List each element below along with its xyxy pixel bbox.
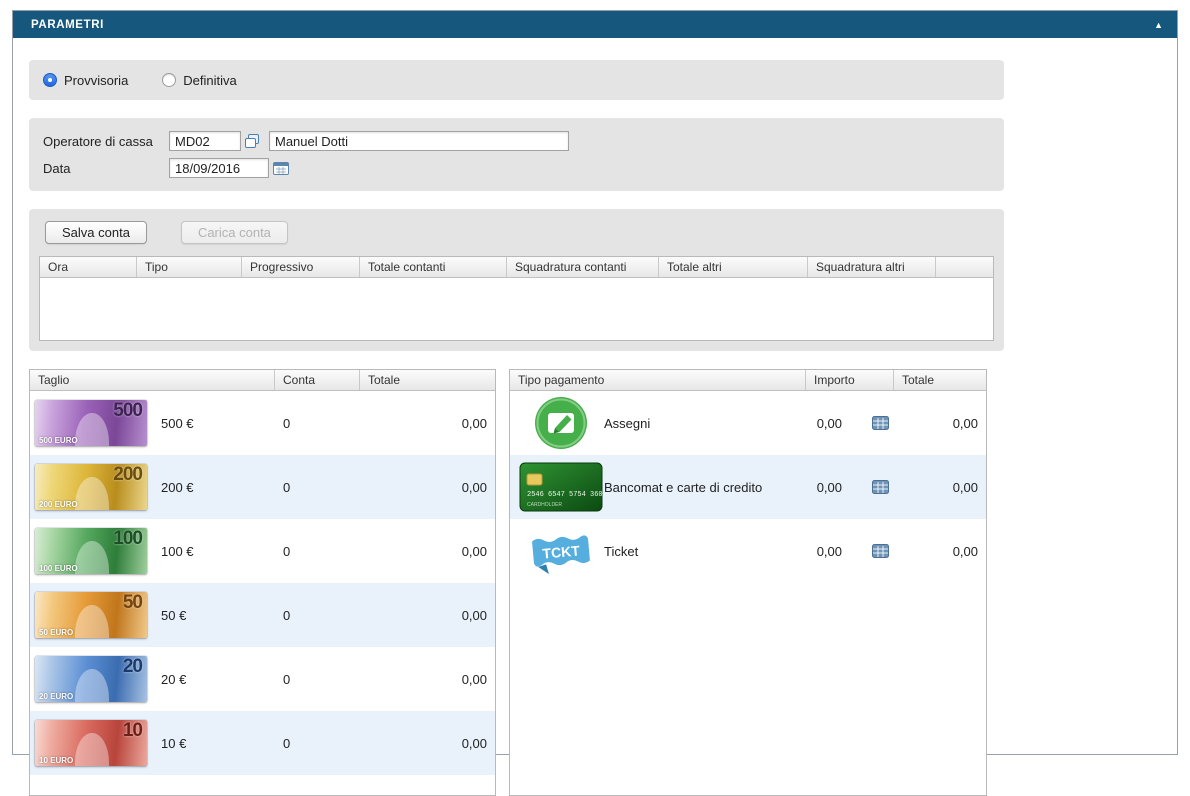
denomination-label: 50 € [161, 607, 187, 623]
history-col-totale-altri: Totale altri [659, 257, 808, 277]
count-actions-section: Salva conta Carica conta Ora Tipo Progre… [29, 209, 1004, 351]
history-col-progressivo: Progressivo [242, 257, 360, 277]
cash-col-totale: Totale [368, 373, 401, 387]
denomination-label: 200 € [161, 479, 194, 495]
cash-row-10: 10 10 EURO 10 € 0 0,00 [30, 711, 495, 775]
panel-title: PARAMETRI [31, 18, 104, 31]
banknote-100-image: 100 100 EURO [35, 528, 147, 574]
credit-card-icon: 2546 6547 5754 3600 CARDHOLDER [518, 462, 604, 512]
calculator-icon[interactable] [872, 480, 889, 494]
calendar-icon[interactable] [272, 160, 290, 176]
svg-text:2546 6547 5754 3600: 2546 6547 5754 3600 [527, 491, 603, 499]
operator-form: Operatore di cassa Data [29, 118, 1004, 191]
salva-conta-button[interactable]: Salva conta [45, 221, 147, 244]
parametri-panel: PARAMETRI ▲ Provvisoria Definitiva Opera… [12, 10, 1178, 796]
cash-col-conta: Conta [275, 370, 360, 390]
payment-label: Assegni [604, 415, 651, 431]
total-cell: 0,00 [461, 479, 487, 495]
count-cell[interactable]: 0 [275, 672, 360, 687]
date-input[interactable] [169, 158, 269, 178]
history-col-ora: Ora [40, 257, 137, 277]
operator-code-input[interactable] [169, 131, 241, 151]
cash-row-50: 50 50 EURO 50 € 0 0,00 [30, 583, 495, 647]
banknote-10-image: 10 10 EURO [35, 720, 147, 766]
total-cell: 0,00 [952, 415, 978, 431]
cash-table: Taglio Conta Totale 500 500 EURO 500 € 0… [29, 369, 496, 796]
date-label: Data [43, 160, 71, 176]
banknote-500-image: 500 500 EURO [35, 400, 147, 446]
payment-row-bancomat: 2546 6547 5754 3600 CARDHOLDER Bancomat … [510, 455, 986, 519]
calculator-icon[interactable] [872, 544, 889, 558]
denomination-label: 10 € [161, 735, 187, 751]
count-cell[interactable]: 0 [275, 608, 360, 623]
history-table-body [40, 278, 993, 340]
denomination-label: 500 € [161, 415, 194, 431]
amount-cell[interactable]: 0,00 [817, 544, 842, 559]
total-cell: 0,00 [952, 543, 978, 559]
check-writing-icon [518, 396, 604, 450]
history-col-squadratura-altri: Squadratura altri [808, 257, 936, 277]
total-cell: 0,00 [952, 479, 978, 495]
radio-provvisoria-control[interactable] [43, 73, 57, 87]
payment-row-assegni: Assegni 0,00 0,00 [510, 391, 986, 455]
panel-header: PARAMETRI ▲ [13, 11, 1177, 38]
collapse-icon[interactable]: ▲ [1154, 20, 1163, 30]
payment-table: Tipo pagamento Importo Totale Assegni 0,… [509, 369, 987, 796]
cash-row-20: 20 20 EURO 20 € 0 0,00 [30, 647, 495, 711]
pay-col-tipo: Tipo pagamento [510, 370, 806, 390]
radio-definitiva-control[interactable] [162, 73, 177, 87]
history-table: Ora Tipo Progressivo Totale contanti Squ… [39, 256, 994, 341]
denomination-label: 20 € [161, 671, 187, 687]
history-col-tipo: Tipo [137, 257, 242, 277]
total-cell: 0,00 [461, 735, 487, 751]
count-cell[interactable]: 0 [275, 480, 360, 495]
banknote-20-image: 20 20 EURO [35, 656, 147, 702]
cash-row-100: 100 100 EURO 100 € 0 0,00 [30, 519, 495, 583]
count-cell[interactable]: 0 [275, 416, 360, 431]
banknote-50-image: 50 50 EURO [35, 592, 147, 638]
operator-label: Operatore di cassa [43, 133, 153, 149]
payment-table-empty-area [510, 583, 986, 795]
radio-definitiva-label: Definitiva [183, 72, 237, 88]
total-cell: 0,00 [461, 415, 487, 431]
carica-conta-button[interactable]: Carica conta [180, 221, 288, 244]
history-col-empty [936, 257, 993, 277]
lookup-icon[interactable] [244, 133, 261, 149]
operator-name-input[interactable] [269, 131, 569, 151]
pay-col-importo: Importo [806, 370, 894, 390]
denomination-label: 100 € [161, 543, 194, 559]
ticket-icon: TCKT [518, 525, 604, 577]
cash-col-taglio: Taglio [30, 370, 275, 390]
history-col-totale-contanti: Totale contanti [360, 257, 507, 277]
total-cell: 0,00 [461, 607, 487, 623]
history-col-squadratura-contanti: Squadratura contanti [507, 257, 659, 277]
banknote-200-image: 200 200 EURO [35, 464, 147, 510]
total-cell: 0,00 [461, 543, 487, 559]
payment-label: Ticket [604, 543, 639, 559]
count-cell[interactable]: 0 [275, 736, 360, 751]
radio-provvisoria-label: Provvisoria [64, 72, 129, 88]
radio-provvisoria[interactable]: Provvisoria [43, 73, 128, 88]
payment-label: Bancomat e carte di credito [604, 479, 763, 495]
radio-definitiva[interactable]: Definitiva [162, 72, 237, 88]
count-cell[interactable]: 0 [275, 544, 360, 559]
svg-text:TCKT: TCKT [542, 542, 581, 561]
pay-col-totale: Totale [902, 373, 935, 387]
cash-row-200: 200 200 EURO 200 € 0 0,00 [30, 455, 495, 519]
amount-cell[interactable]: 0,00 [817, 480, 842, 495]
total-cell: 0,00 [461, 671, 487, 687]
amount-cell[interactable]: 0,00 [817, 416, 842, 431]
svg-text:CARDHOLDER: CARDHOLDER [527, 502, 562, 508]
payment-row-ticket: TCKT Ticket 0,00 0,00 [510, 519, 986, 583]
cash-row-500: 500 500 EURO 500 € 0 0,00 [30, 391, 495, 455]
mode-radio-group: Provvisoria Definitiva [29, 60, 1004, 100]
calculator-icon[interactable] [872, 416, 889, 430]
